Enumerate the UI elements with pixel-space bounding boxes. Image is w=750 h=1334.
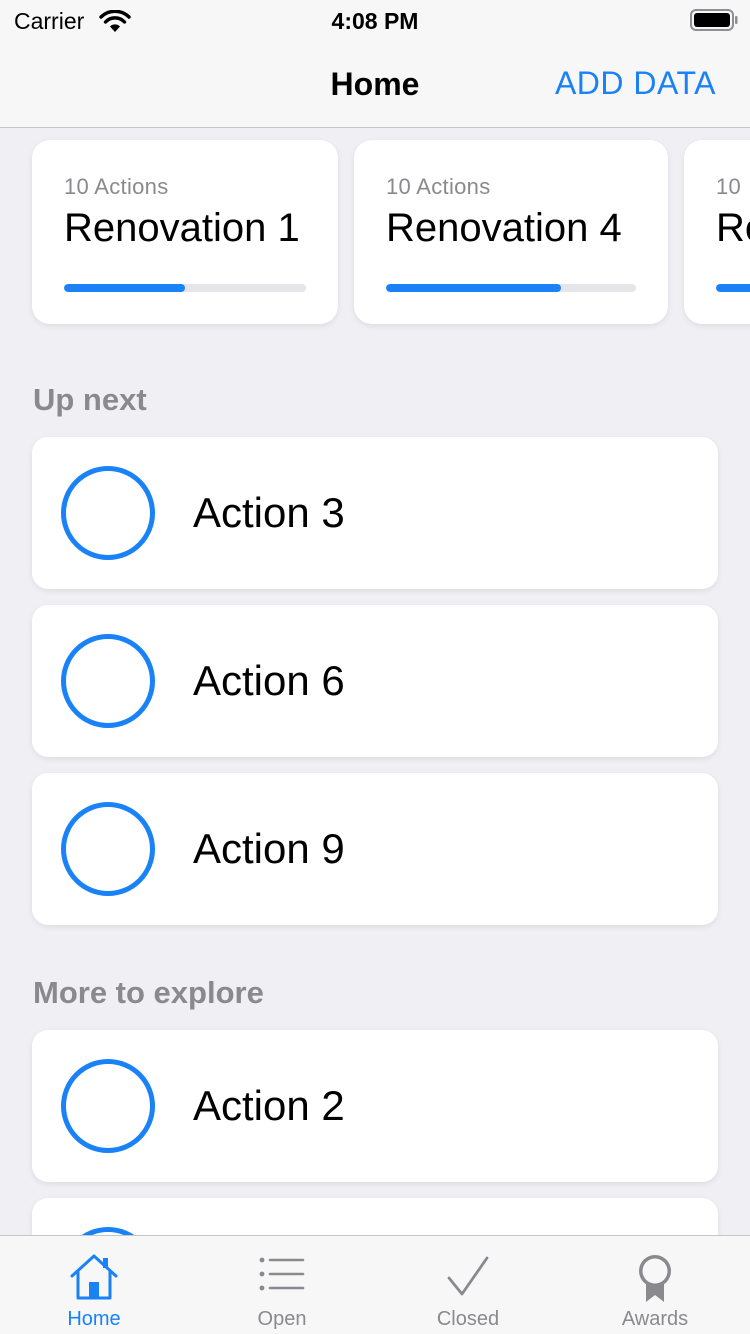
project-action-count: 10 Actions bbox=[64, 174, 169, 199]
checkmark-icon bbox=[447, 1256, 489, 1296]
add-data-button[interactable]: ADD DATA bbox=[555, 65, 716, 102]
project-card[interactable]: 10 Re bbox=[684, 140, 750, 324]
action-row[interactable]: Action 9 bbox=[32, 773, 718, 925]
project-carousel[interactable]: 10 Actions Renovation 1 10 Actions Renov… bbox=[0, 140, 750, 324]
project-progress-fill bbox=[64, 284, 185, 292]
action-row[interactable]: Action 6 bbox=[32, 605, 718, 757]
tab-open[interactable]: Open bbox=[188, 1236, 376, 1334]
project-progress-fill bbox=[386, 284, 561, 292]
action-label: Action 9 bbox=[193, 825, 345, 872]
project-name: Re bbox=[716, 206, 750, 250]
action-status-circle[interactable] bbox=[61, 634, 155, 728]
tab-label: Open bbox=[257, 1308, 307, 1330]
action-label: Action 3 bbox=[193, 489, 345, 536]
action-label: Action 2 bbox=[193, 1082, 345, 1129]
tab-awards[interactable]: Awards bbox=[561, 1236, 749, 1334]
status-bar: Carrier 4:08 PM bbox=[0, 0, 750, 40]
award-icon bbox=[639, 1255, 671, 1302]
action-row[interactable]: Action 2 bbox=[32, 1030, 718, 1182]
tab-label: Home bbox=[67, 1308, 121, 1330]
section-title-more-to-explore: More to explore bbox=[33, 975, 264, 1010]
home-scroll-view[interactable]: 10 Actions Renovation 1 10 Actions Renov… bbox=[0, 129, 750, 1235]
action-row[interactable]: Action 3 bbox=[32, 437, 718, 589]
action-status-circle[interactable] bbox=[61, 802, 155, 896]
project-action-count: 10 Actions bbox=[386, 174, 491, 199]
list-icon bbox=[259, 1257, 305, 1291]
project-action-count: 10 bbox=[716, 174, 742, 199]
battery-icon bbox=[690, 9, 738, 31]
project-card[interactable]: 10 Actions Renovation 4 bbox=[354, 140, 668, 324]
project-progress-fill bbox=[716, 284, 750, 292]
section-title-up-next: Up next bbox=[33, 382, 147, 417]
action-status-circle[interactable] bbox=[61, 1227, 155, 1235]
action-label: Action 6 bbox=[193, 657, 345, 704]
tab-closed[interactable]: Closed bbox=[374, 1236, 562, 1334]
navigation-bar: Home ADD DATA bbox=[0, 40, 750, 128]
project-progress-bar bbox=[386, 284, 636, 292]
house-icon bbox=[70, 1254, 118, 1300]
clock: 4:08 PM bbox=[331, 8, 419, 34]
action-status-circle[interactable] bbox=[61, 466, 155, 560]
tab-label: Closed bbox=[436, 1308, 500, 1330]
tab-home[interactable]: Home bbox=[0, 1236, 188, 1334]
project-card[interactable]: 10 Actions Renovation 1 bbox=[32, 140, 338, 324]
project-name: Renovation 1 bbox=[64, 206, 300, 250]
project-progress-bar bbox=[716, 284, 750, 292]
tab-bar: Home Open Closed Awards bbox=[0, 1235, 750, 1334]
project-name: Renovation 4 bbox=[386, 206, 622, 250]
tab-label: Awards bbox=[621, 1308, 689, 1330]
action-row[interactable] bbox=[32, 1198, 718, 1235]
project-progress-bar bbox=[64, 284, 306, 292]
action-status-circle[interactable] bbox=[61, 1059, 155, 1153]
